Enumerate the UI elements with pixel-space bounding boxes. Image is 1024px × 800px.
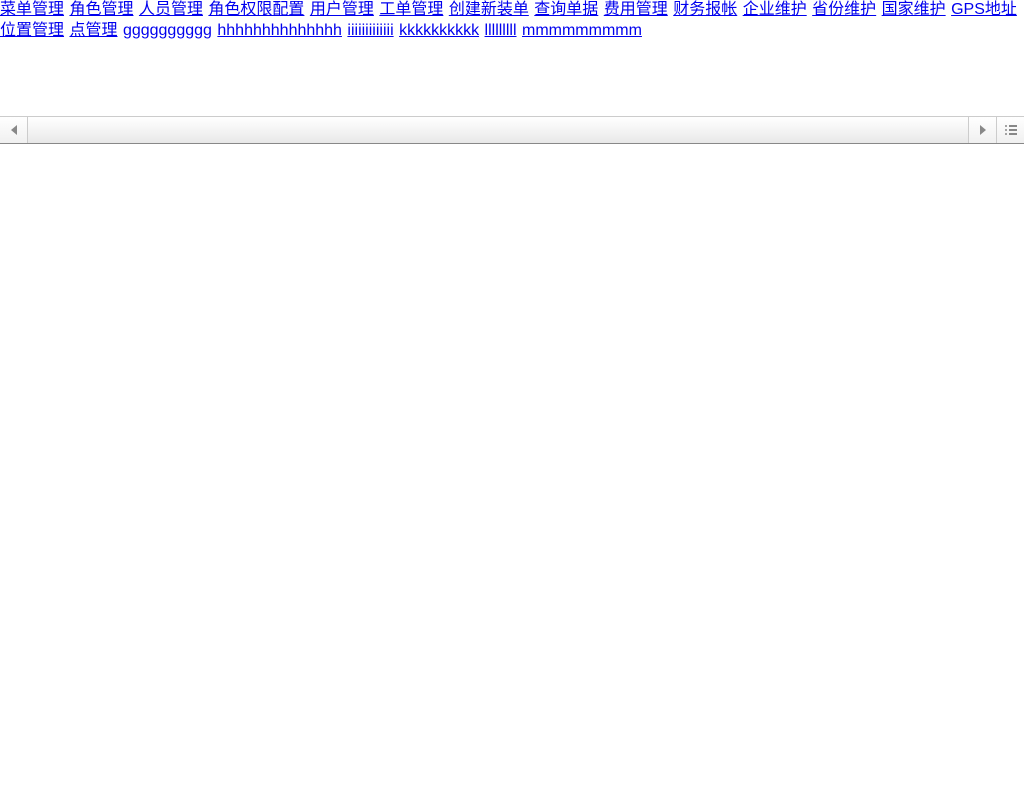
nav-link-create-install-order[interactable]: 创建新装单 xyxy=(449,1,529,18)
nav-link-k[interactable]: kkkkkkkkkk xyxy=(399,22,479,39)
tab-scroll-right-button[interactable] xyxy=(968,117,996,143)
nav-link-finance-report[interactable]: 财务报帐 xyxy=(673,1,737,18)
nav-link-country-maint[interactable]: 国家维护 xyxy=(882,1,946,18)
nav-link-h[interactable]: hhhhhhhhhhhhhh xyxy=(217,22,342,39)
nav-link-point-mgmt[interactable]: 点管理 xyxy=(69,22,117,39)
nav-link-person-mgmt[interactable]: 人员管理 xyxy=(139,1,203,18)
chevron-right-icon xyxy=(980,125,986,135)
nav-link-i[interactable]: iiiiiiiiiiiii xyxy=(347,22,393,39)
tab-bar xyxy=(0,116,1024,144)
nav-link-role-perm-config[interactable]: 角色权限配置 xyxy=(208,1,304,18)
nav-link-province-maint[interactable]: 省份维护 xyxy=(812,1,876,18)
nav-link-query-docs[interactable]: 查询单据 xyxy=(534,1,598,18)
list-icon xyxy=(1005,125,1017,135)
nav-link-menu-mgmt[interactable]: 菜单管理 xyxy=(0,1,64,18)
nav-link-work-order-mgmt[interactable]: 工单管理 xyxy=(379,1,443,18)
nav-link-g[interactable]: gggggggggg xyxy=(123,22,212,39)
nav-link-enterprise-maint[interactable]: 企业维护 xyxy=(743,1,807,18)
nav-link-m[interactable]: mmmmmmmmm xyxy=(522,22,642,39)
nav-link-l[interactable]: lllllllll xyxy=(485,22,517,39)
nav-link-user-mgmt[interactable]: 用户管理 xyxy=(310,1,374,18)
tab-content-area xyxy=(28,117,968,143)
tab-scroll-left-button[interactable] xyxy=(0,117,28,143)
tab-menu-button[interactable] xyxy=(996,117,1024,143)
chevron-left-icon xyxy=(11,125,17,135)
nav-links-container: 菜单管理 角色管理 人员管理 角色权限配置 用户管理 工单管理 创建新装单 查询… xyxy=(0,0,1024,42)
nav-link-fee-mgmt[interactable]: 费用管理 xyxy=(604,1,668,18)
nav-link-role-mgmt[interactable]: 角色管理 xyxy=(69,1,133,18)
